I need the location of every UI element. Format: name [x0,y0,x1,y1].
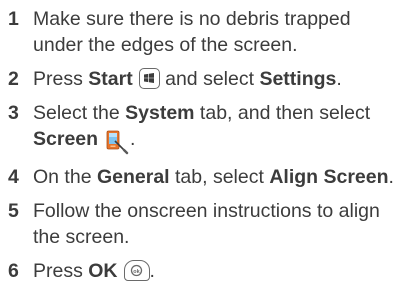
start-label: Start [88,68,133,90]
step-4: 4 On the General tab, select Align Scree… [8,164,404,190]
instruction-steps: 1 Make sure there is no debris trapped u… [8,6,404,292]
step-number: 4 [8,166,19,188]
ok-key-icon: ok [123,260,150,281]
windows-start-key-icon [138,68,160,89]
step-5: 5 Follow the onscreen instructions to al… [8,198,404,250]
step-text-pre: Press [33,68,89,90]
step-number: 6 [8,260,19,282]
step-text: Make sure there is no debris trapped und… [33,8,351,56]
step-text-pre: On the [33,166,97,188]
svg-text:ok: ok [133,269,140,275]
step-6: 6 Press OK ok. [8,258,404,284]
step-text-post: . [336,68,342,90]
step-2: 2 Press Start and select Settings. [8,66,404,92]
settings-label: Settings [259,68,337,90]
step-text-pre: Press [33,260,89,282]
screen-label: Screen [33,128,99,150]
step-text-post: . [130,128,136,150]
align-screen-label: Align Screen [269,166,389,188]
general-label: General [96,166,170,188]
step-number: 1 [8,8,19,30]
step-number: 2 [8,68,19,90]
step-number: 3 [8,102,19,124]
step-text-post: . [388,166,394,188]
screen-settings-icon [104,129,130,156]
step-1: 1 Make sure there is no debris trapped u… [8,6,404,58]
step-text-post: . [149,260,155,282]
step-text-mid: and select [159,68,260,90]
step-text-mid: tab, select [169,166,270,188]
step-text-mid: tab, and then select [194,102,371,124]
step-3: 3 Select the System tab, and then select… [8,100,404,156]
ok-label: OK [88,260,118,282]
step-text-pre: Select the [33,102,126,124]
step-number: 5 [8,200,19,222]
system-label: System [125,102,195,124]
step-text: Follow the onscreen instructions to alig… [33,200,380,248]
